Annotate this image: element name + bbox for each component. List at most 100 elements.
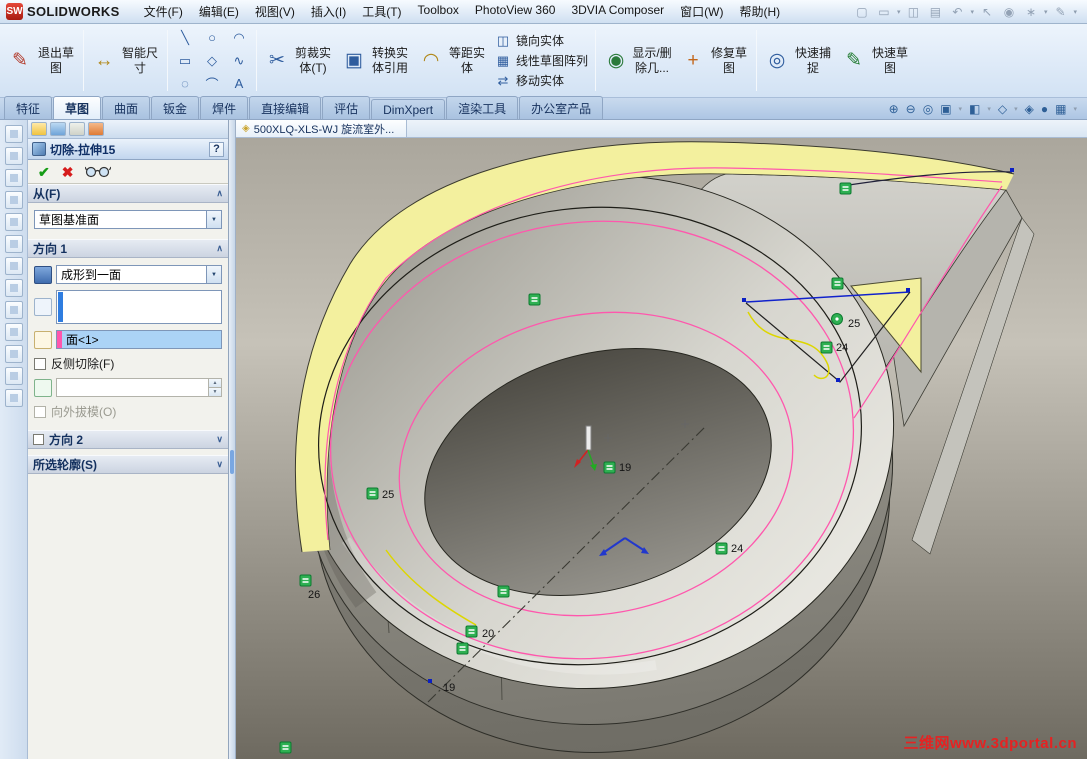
flip-side-checkbox[interactable]	[34, 357, 46, 370]
left-toolbar-button[interactable]	[4, 125, 23, 143]
draft-angle-field[interactable]: ▲ ▼	[56, 378, 222, 397]
draft-angle-spinner[interactable]: ▲ ▼	[208, 379, 221, 396]
undo-icon[interactable]: ↶	[948, 3, 966, 21]
tab-dimxpert[interactable]: DimXpert	[371, 99, 446, 119]
splitter-grip[interactable]	[230, 450, 234, 474]
circle-tool-icon[interactable]: ○	[199, 27, 225, 49]
dropdown-arrow-icon[interactable]: ▾	[959, 105, 963, 113]
smart-dimension-button[interactable]: ↔ 智能尺寸	[88, 26, 163, 95]
menu-view[interactable]: 视图(V)	[247, 0, 303, 23]
propertymanager-tab[interactable]	[50, 122, 66, 136]
graphics-area[interactable]: 25 24 25 20 26 24 19 19 ◈ 500XLQ-XLS-WJ …	[236, 120, 1087, 759]
tab-features[interactable]: 特征	[4, 96, 53, 119]
arc-tool-icon[interactable]: ◠	[226, 27, 252, 49]
print-icon[interactable]: ▤	[926, 3, 944, 21]
menu-file[interactable]: 文件(F)	[136, 0, 191, 23]
cancel-button[interactable]: ✖	[62, 165, 74, 179]
tab-render-tools[interactable]: 渲染工具	[446, 96, 519, 119]
tab-direct-editing[interactable]: 直接编辑	[249, 96, 322, 119]
left-toolbar-button[interactable]	[4, 169, 23, 187]
configurationmanager-tab[interactable]	[69, 122, 85, 136]
left-toolbar-button[interactable]	[4, 191, 23, 209]
section-view-icon[interactable]: ▣	[940, 102, 951, 116]
left-toolbar-button[interactable]	[4, 235, 23, 253]
menu-window[interactable]: 窗口(W)	[672, 0, 731, 23]
dropdown-arrow-icon[interactable]: ▾	[970, 8, 974, 16]
menu-insert[interactable]: 插入(I)	[303, 0, 354, 23]
panel-splitter[interactable]	[229, 120, 236, 759]
section-direction2-header[interactable]: 方向 2 ∨	[28, 430, 228, 449]
featuremanager-tab[interactable]	[31, 122, 47, 136]
tab-weldments[interactable]: 焊件	[200, 96, 249, 119]
face-selection-field[interactable]: 面<1>	[56, 330, 222, 349]
spline-tool-icon[interactable]: ∿	[226, 50, 252, 72]
dropdown-arrow-icon[interactable]: ▾	[1073, 8, 1077, 16]
dropdown-arrow-icon[interactable]: ▾	[987, 105, 991, 113]
sketch-icon[interactable]: ✎	[1051, 3, 1069, 21]
display-delete-relations-button[interactable]: ◉ 显示/删除几...	[600, 26, 675, 95]
left-toolbar-button[interactable]	[4, 279, 23, 297]
options-icon[interactable]: ∗	[1022, 3, 1040, 21]
dropdown-button[interactable]: ▼	[206, 211, 221, 228]
text-tool-icon[interactable]: A	[226, 73, 252, 95]
move-entities-button[interactable]: ⇄ 移动实体	[495, 72, 588, 89]
left-toolbar-button[interactable]	[4, 213, 23, 231]
zoom-to-area-icon[interactable]: ⊖	[906, 102, 916, 116]
spin-up-icon[interactable]: ▲	[209, 379, 221, 388]
zoom-fit-icon[interactable]: ⊕	[889, 102, 899, 116]
rapid-sketch-button[interactable]: ✎ 快速草图	[838, 26, 913, 95]
dropdown-button[interactable]: ▼	[206, 266, 221, 283]
left-toolbar-button[interactable]	[4, 257, 23, 275]
menu-edit[interactable]: 编辑(E)	[191, 0, 247, 23]
tab-sheet-metal[interactable]: 钣金	[151, 96, 200, 119]
detailed-preview-icon[interactable]	[85, 165, 112, 178]
left-toolbar-button[interactable]	[4, 389, 23, 407]
exit-sketch-button[interactable]: ✎ 退出草图	[4, 26, 79, 95]
start-condition-dropdown[interactable]: 草图基准面 ▼	[34, 210, 222, 229]
tab-surfaces[interactable]: 曲面	[102, 96, 151, 119]
menu-3dvia-composer[interactable]: 3DVIA Composer	[563, 0, 672, 23]
menu-tools[interactable]: 工具(T)	[354, 0, 409, 23]
dropdown-arrow-icon[interactable]: ▾	[897, 8, 901, 16]
rebuild-icon[interactable]: ◉	[1000, 3, 1018, 21]
display-style-icon[interactable]: ◇	[998, 102, 1007, 116]
menu-photoview360[interactable]: PhotoView 360	[467, 0, 564, 23]
left-toolbar-button[interactable]	[4, 147, 23, 165]
hide-show-items-icon[interactable]: ◈	[1025, 102, 1034, 116]
left-toolbar-button[interactable]	[4, 301, 23, 319]
save-icon[interactable]: ◫	[904, 3, 922, 21]
polygon-tool-icon[interactable]: ◇	[199, 50, 225, 72]
left-toolbar-button[interactable]	[4, 345, 23, 363]
tab-office-products[interactable]: 办公室产品	[519, 96, 604, 119]
menu-toolbox[interactable]: Toolbox	[410, 0, 467, 23]
new-document-icon[interactable]: ▢	[853, 3, 871, 21]
displaymanager-tab[interactable]	[88, 122, 104, 136]
menu-help[interactable]: 帮助(H)	[731, 0, 788, 23]
document-tab[interactable]: ◈ 500XLQ-XLS-WJ 旋流室外...	[236, 120, 408, 137]
quick-snaps-button[interactable]: ◎ 快速捕捉	[761, 26, 836, 95]
direction-reference-box[interactable]	[56, 290, 222, 324]
mirror-entities-button[interactable]: ◫ 镜向实体	[495, 32, 588, 49]
left-toolbar-button[interactable]	[4, 323, 23, 341]
apply-scene-icon[interactable]: ▦	[1055, 102, 1066, 116]
previous-view-icon[interactable]: ◎	[923, 102, 933, 116]
convert-entities-button[interactable]: ▣ 转换实体引用	[338, 26, 413, 95]
edit-appearance-icon[interactable]: ●	[1041, 102, 1048, 116]
end-condition-dropdown[interactable]: 成形到一面 ▼	[56, 265, 222, 284]
trim-entities-button[interactable]: ✂ 剪裁实体(T)	[261, 26, 336, 95]
tangent-arc-tool-icon[interactable]: ⌒	[199, 73, 225, 95]
3d-model-view[interactable]: 25 24 25 20 26 24 19 19	[236, 120, 1087, 759]
direction2-checkbox[interactable]	[33, 434, 44, 445]
section-selected-contours-header[interactable]: 所选轮廓(S) ∨	[28, 455, 228, 474]
dropdown-arrow-icon[interactable]: ▾	[1044, 8, 1048, 16]
ok-button[interactable]: ✔	[38, 165, 50, 179]
linear-pattern-button[interactable]: ▦ 线性草图阵列	[495, 52, 588, 69]
dropdown-arrow-icon[interactable]: ▾	[1073, 105, 1077, 113]
help-button[interactable]: ?	[209, 141, 224, 157]
ellipse-tool-icon[interactable]: ◌	[172, 73, 198, 95]
repair-sketch-button[interactable]: + 修复草图	[677, 26, 752, 95]
dropdown-arrow-icon[interactable]: ▾	[1014, 105, 1018, 113]
view-orientation-icon[interactable]: ◧	[969, 102, 980, 116]
rectangle-tool-icon[interactable]: ▭	[172, 50, 198, 72]
tab-sketch[interactable]: 草图	[53, 96, 102, 119]
